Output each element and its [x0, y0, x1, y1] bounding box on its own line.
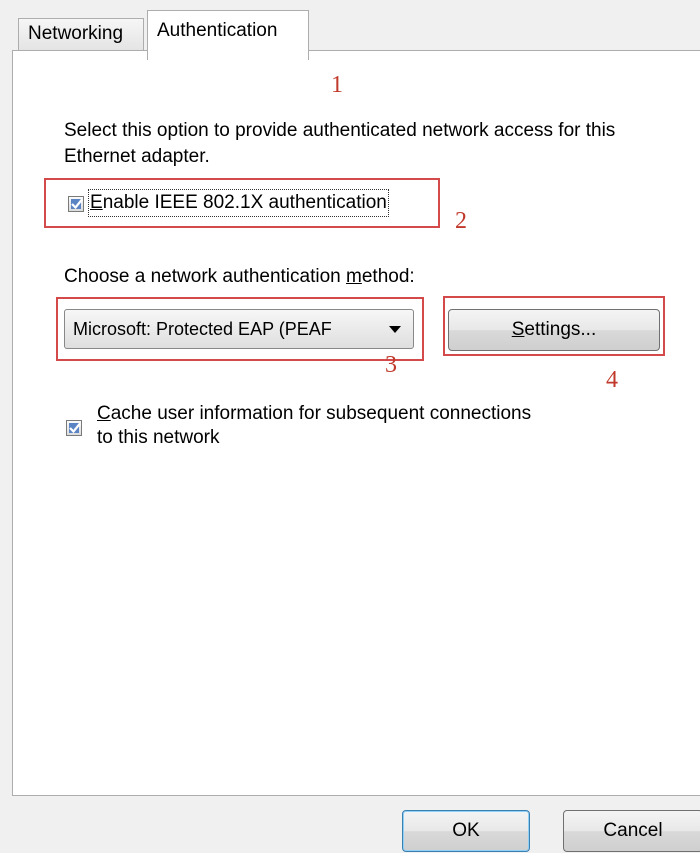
- method-label-mnemonic: m: [346, 266, 362, 287]
- method-label-after: ethod:: [361, 266, 415, 287]
- settings-mnemonic: S: [511, 319, 525, 340]
- auth-method-value: Microsoft: Protected EAP (PEAF: [73, 319, 332, 339]
- method-label: Choose a network authentication method:: [64, 266, 415, 288]
- checkmark-icon: [69, 422, 81, 434]
- tab-authentication[interactable]: Authentication: [147, 10, 309, 60]
- ok-button[interactable]: OK: [402, 810, 530, 852]
- enable-label-rest: nable IEEE 802.1X authentication: [102, 192, 387, 213]
- tab-networking[interactable]: Networking: [18, 18, 144, 52]
- settings-label-rest: ettings...: [524, 319, 597, 340]
- cache-label-rest: ache user information for subsequent con…: [110, 403, 532, 424]
- enable-8021x-checkbox[interactable]: [68, 196, 84, 212]
- cancel-button[interactable]: Cancel: [563, 810, 700, 852]
- auth-method-select[interactable]: Microsoft: Protected EAP (PEAF: [64, 309, 414, 349]
- cache-user-info-checkbox[interactable]: [66, 420, 82, 436]
- enable-mnemonic: E: [90, 192, 103, 213]
- annotation-number-3: 3: [385, 352, 397, 378]
- cache-user-info-label[interactable]: Cache user information for subsequent co…: [97, 402, 637, 450]
- annotation-number-2: 2: [455, 208, 467, 234]
- settings-button[interactable]: Settings...: [448, 309, 660, 351]
- description-text: Select this option to provide authentica…: [64, 120, 616, 167]
- cache-label-line2: to this network: [97, 427, 220, 448]
- checkmark-icon: [71, 198, 83, 210]
- enable-8021x-label[interactable]: Enable IEEE 802.1X authentication: [88, 189, 389, 217]
- chevron-down-icon: [389, 326, 401, 333]
- method-label-before: Choose a network authentication: [64, 266, 347, 287]
- cache-mnemonic: C: [97, 403, 111, 424]
- annotation-number-1: 1: [331, 72, 343, 98]
- annotation-number-4: 4: [606, 367, 618, 393]
